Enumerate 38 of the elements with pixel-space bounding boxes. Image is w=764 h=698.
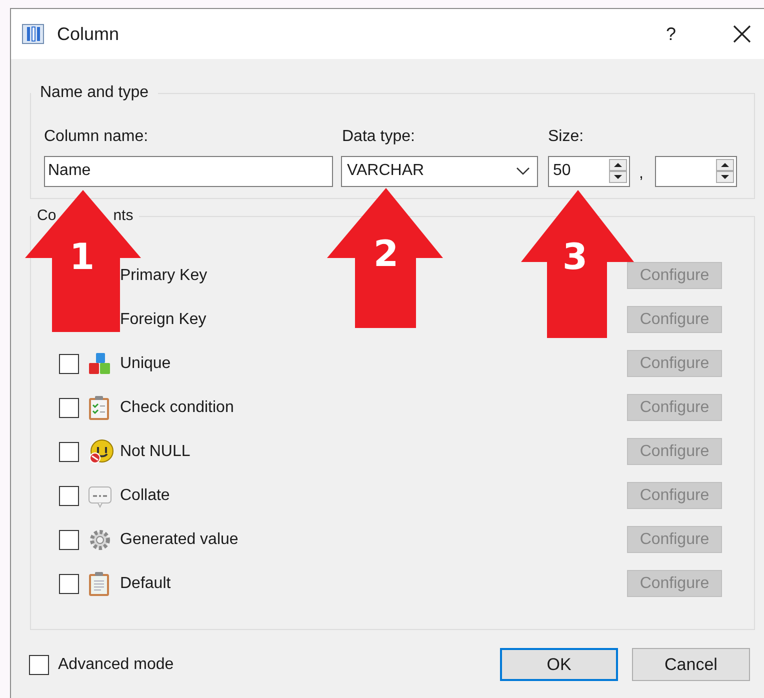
- constraint-label: Collate: [120, 486, 171, 506]
- constraint-label: Primary Key: [120, 266, 208, 286]
- constraint-label: Foreign Key: [120, 310, 208, 330]
- annotation-number: 1: [69, 237, 95, 278]
- clipboard-checklist-icon: [88, 394, 110, 420]
- dialog-button[interactable]: Cancel: [632, 648, 750, 681]
- table-icon: [22, 24, 44, 44]
- field-label: Size:: [548, 127, 584, 147]
- clipboard-icon: [88, 570, 110, 596]
- annotation-number: 3: [562, 237, 588, 278]
- size-spinbox[interactable]: 50: [548, 156, 630, 186]
- blocks-icon: [88, 352, 112, 376]
- dialog-button[interactable]: OK: [500, 648, 618, 681]
- close-icon[interactable]: [733, 25, 751, 43]
- annotation-number: 2: [373, 234, 399, 275]
- spinner-arrows-icon[interactable]: [716, 158, 734, 184]
- constraint-label: Check condition: [120, 398, 235, 418]
- window-title: Column: [57, 22, 120, 46]
- constraint-label: Not NULL: [120, 442, 192, 462]
- data-type-dropdown[interactable]: VARCHAR: [341, 156, 538, 186]
- help-button[interactable]: ?: [661, 20, 681, 48]
- gear-icon: [88, 528, 112, 552]
- column-name-field[interactable]: Name: [44, 156, 333, 186]
- group-title: nts: [113, 206, 134, 226]
- constraint-label: Unique: [120, 354, 172, 374]
- checkbox[interactable]: [29, 654, 49, 674]
- group-title: Name and type: [39, 83, 150, 103]
- scale-spinbox[interactable]: [655, 156, 737, 186]
- spinner-arrows-icon[interactable]: [609, 158, 627, 184]
- constraint-label: Default: [120, 574, 172, 594]
- separator-text: ,: [639, 164, 644, 184]
- checkbox-label: Advanced mode: [58, 654, 175, 674]
- field-label: Column name:: [44, 127, 150, 147]
- constraint-label: Generated value: [120, 530, 240, 550]
- field-label: Data type:: [342, 127, 416, 147]
- group-title: Co: [37, 206, 56, 226]
- chevron-down-icon: [516, 167, 530, 175]
- no-sign-smiley-icon: [88, 438, 114, 464]
